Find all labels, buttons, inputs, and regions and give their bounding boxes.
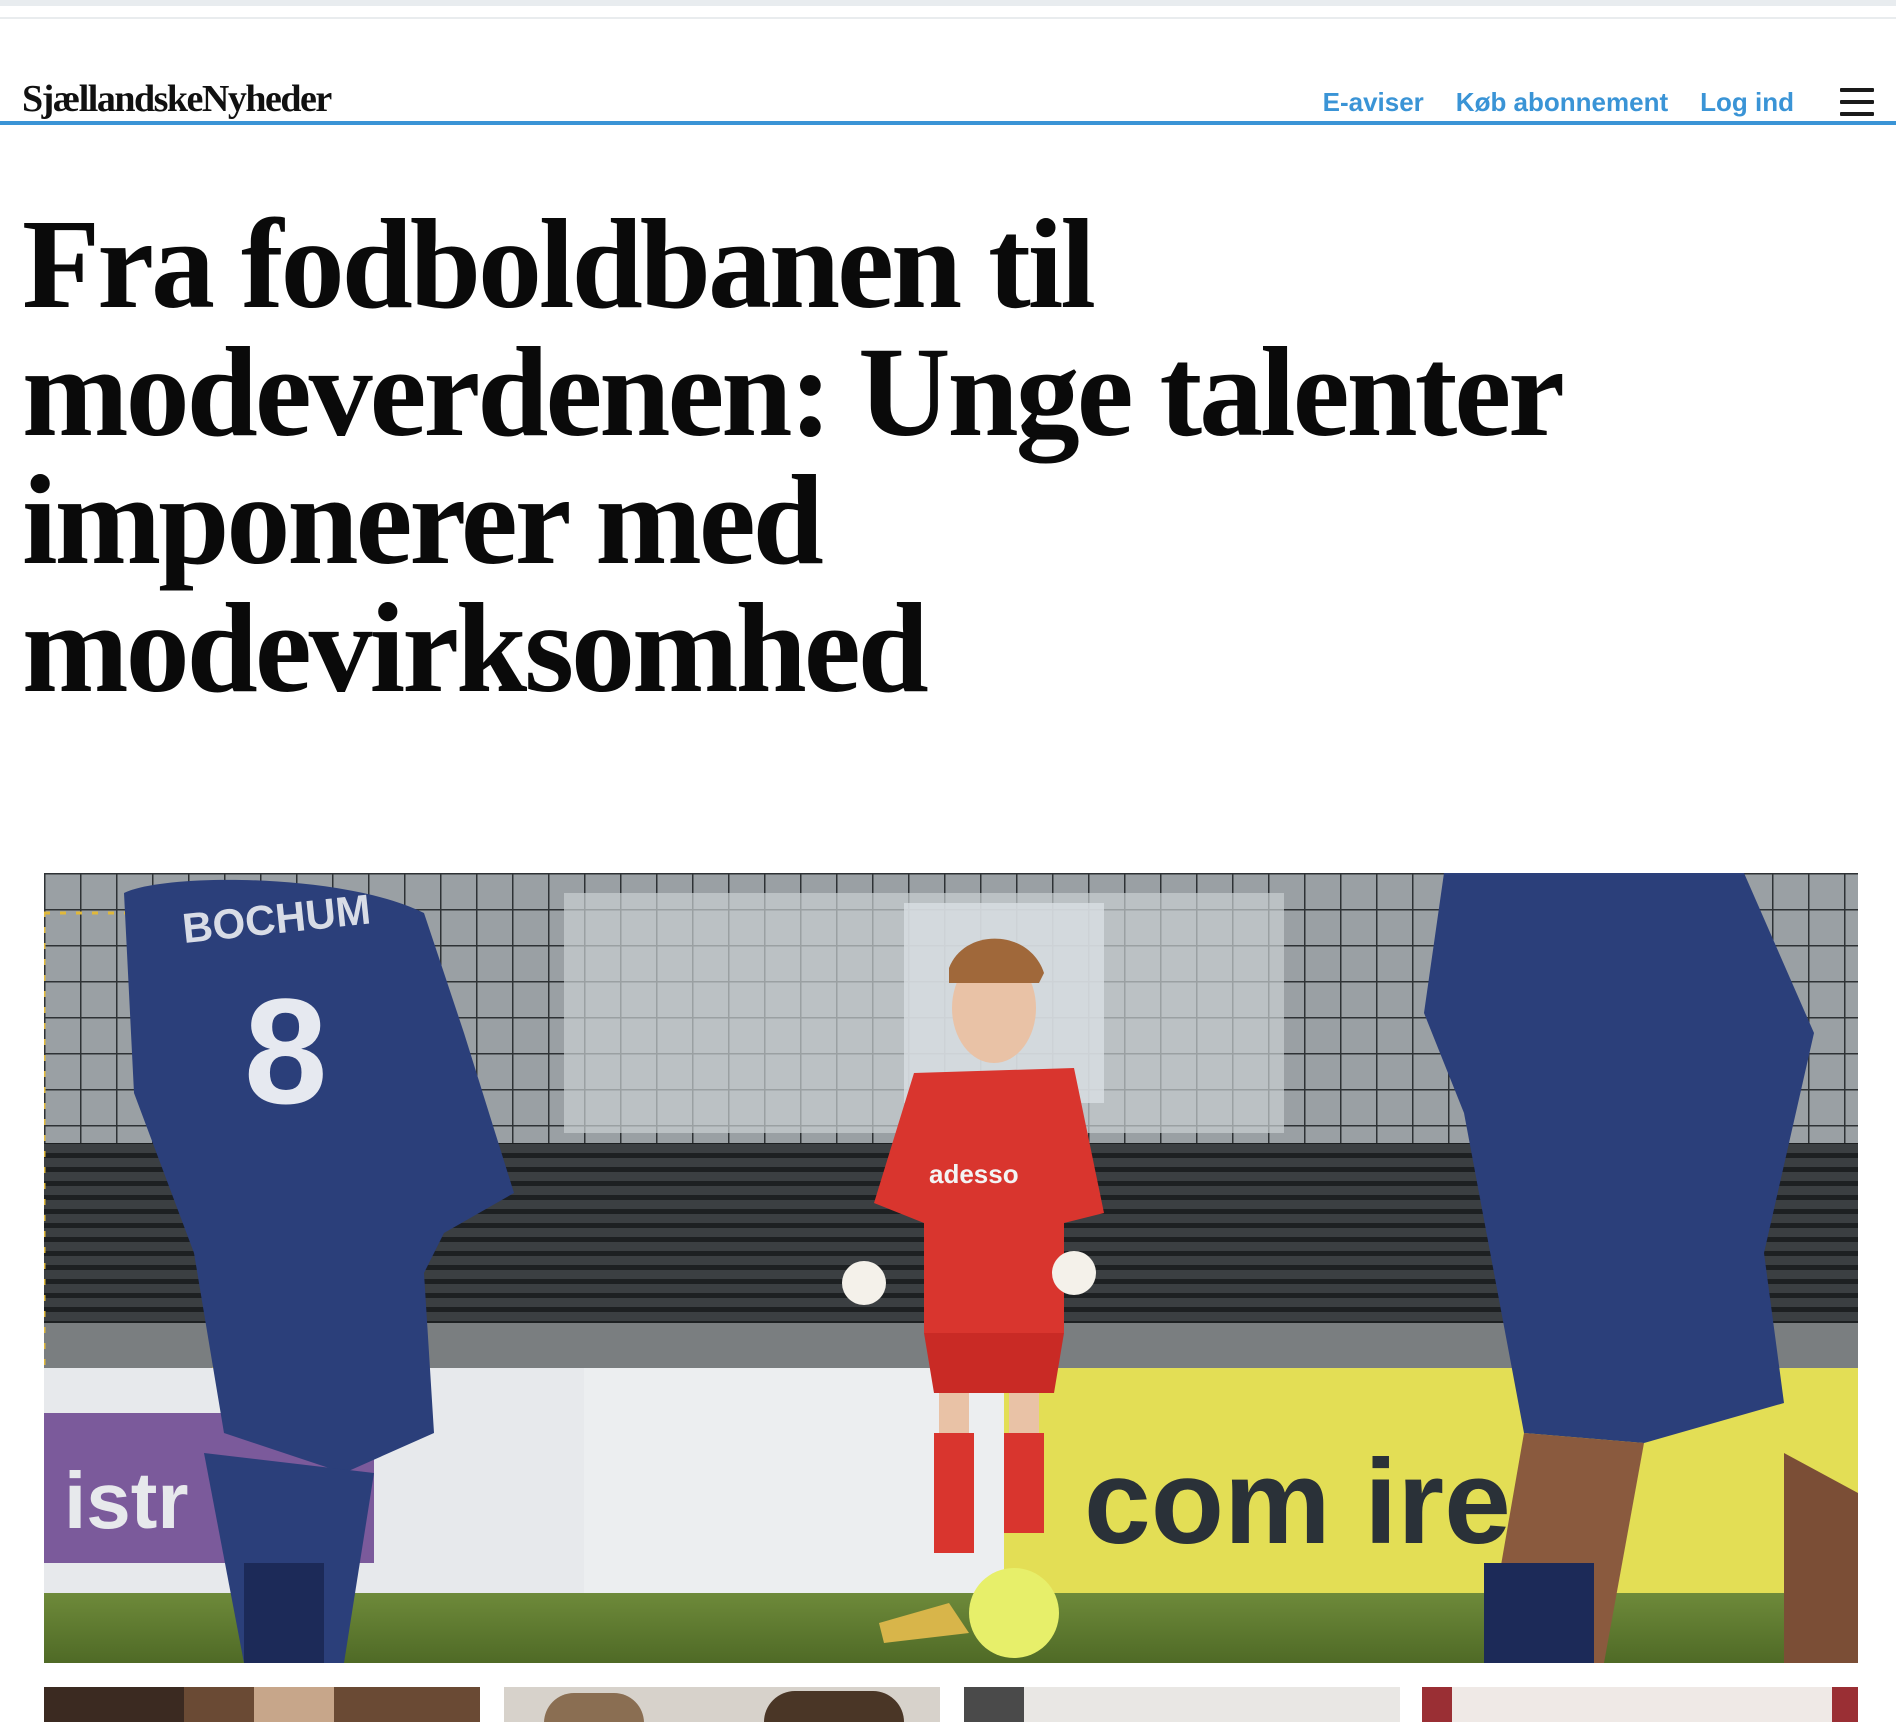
- browser-top-strip: [0, 0, 1896, 6]
- gallery-thumbnail[interactable]: [1422, 1687, 1858, 1722]
- sponsor-board-text: com ire: [1084, 1435, 1511, 1569]
- site-header: SjællandskeNyheder E-aviser Køb abonneme…: [0, 70, 1896, 126]
- headline-line: modevirksomhed: [22, 577, 929, 719]
- headline-line: modeverdenen: Unge talenter: [22, 321, 1565, 463]
- subscribe-link[interactable]: Køb abonnement: [1456, 87, 1668, 118]
- menu-bar: [1840, 88, 1874, 92]
- site-logo[interactable]: SjællandskeNyheder: [22, 80, 332, 118]
- hero-image[interactable]: istr com ire BOCHUM 8 adesso: [44, 873, 1858, 1663]
- hero-photo-illustration: istr com ire BOCHUM 8 adesso: [44, 873, 1858, 1663]
- gallery-thumbnails: [44, 1687, 1858, 1722]
- header-nav: E-aviser Køb abonnement Log ind: [1323, 82, 1896, 122]
- menu-bar: [1840, 100, 1874, 104]
- keeper-shirt-text: adesso: [929, 1159, 1019, 1189]
- menu-bar: [1840, 112, 1874, 116]
- top-divider: [0, 17, 1896, 19]
- e-aviser-link[interactable]: E-aviser: [1323, 87, 1424, 118]
- gallery-thumbnail[interactable]: [504, 1687, 940, 1722]
- article-headline: Fra fodboldbanen til modeverdenen: Unge …: [22, 200, 1822, 712]
- gallery-thumbnail[interactable]: [964, 1687, 1400, 1722]
- left-shirt-number: 8: [244, 967, 327, 1135]
- login-link[interactable]: Log ind: [1700, 87, 1794, 118]
- headline-line: Fra fodboldbanen til: [22, 193, 1096, 335]
- left-board-text: istr: [64, 1456, 189, 1545]
- header-rule: [0, 121, 1896, 125]
- hamburger-menu-icon[interactable]: [1840, 88, 1874, 116]
- headline-line: imponerer med: [22, 449, 824, 591]
- gallery-thumbnail[interactable]: [44, 1687, 480, 1722]
